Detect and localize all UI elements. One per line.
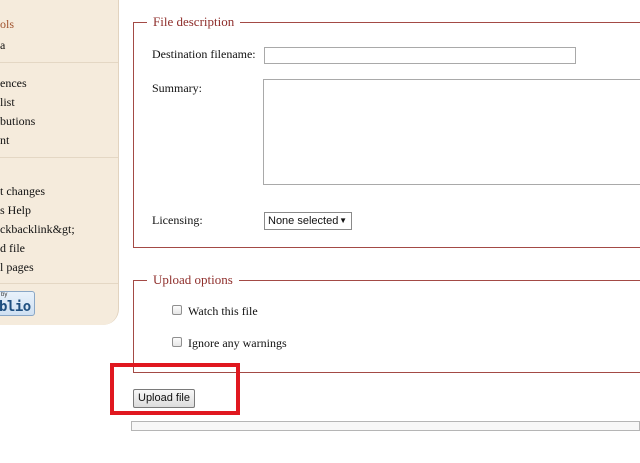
upload-options-legend: Upload options [147,272,239,288]
sidebar-item[interactable]: nt [0,133,9,148]
sidebar-item[interactable]: list [0,95,15,110]
powered-by-brand: blio [0,299,31,315]
sidebar-item[interactable]: ckbacklink&gt; [0,222,75,237]
highlight-box [110,363,240,415]
bottom-bar [131,421,640,431]
sidebar-item[interactable]: ences [0,76,27,91]
sidebar-item[interactable]: s Help [0,203,31,218]
licensing-select[interactable]: None selected ▼ [264,212,352,230]
licensing-selected-value: None selected [268,215,339,227]
sidebar: ols a ences list butions nt t changes s … [0,0,119,325]
ignore-warnings-label[interactable]: Ignore any warnings [188,336,287,351]
sidebar-divider [0,283,118,284]
watch-this-file-checkbox[interactable] [172,305,182,315]
powered-by-logo[interactable]: by blio [0,291,35,316]
summary-textarea[interactable] [263,79,640,185]
sidebar-divider [0,62,118,63]
destination-filename-input[interactable] [264,47,576,64]
sidebar-item[interactable]: d file [0,241,25,256]
summary-label: Summary: [152,81,202,95]
watch-this-file-label[interactable]: Watch this file [188,304,258,319]
licensing-label: Licensing: [152,213,203,227]
sidebar-divider [0,157,118,158]
sidebar-item[interactable]: l pages [0,260,34,275]
sidebar-heading-tools: ols [0,17,15,31]
upload-options-fieldset: Upload options [133,272,640,373]
sidebar-item[interactable]: butions [0,114,35,129]
sidebar-item[interactable]: a [0,38,5,53]
sidebar-item[interactable]: t changes [0,184,45,199]
dropdown-arrow-icon: ▼ [339,216,347,225]
ignore-warnings-checkbox[interactable] [172,337,182,347]
file-description-legend: File description [147,14,241,30]
destination-filename-label: Destination filename: [152,47,256,61]
powered-by-prefix: by [1,292,8,298]
